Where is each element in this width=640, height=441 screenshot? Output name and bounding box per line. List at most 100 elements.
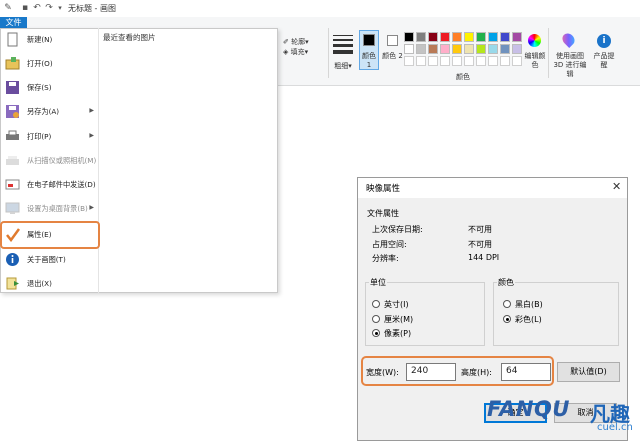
outline-button[interactable]: ✐ 轮廓▾ [283,37,309,47]
file-menu-item: 设置为桌面背景(B) ▶ [2,198,96,220]
disk-size-label: 占用空间: [372,240,407,249]
open-folder-icon [5,56,20,71]
close-icon[interactable]: ✕ [612,180,621,193]
color1-swatch [363,34,375,46]
default-button[interactable]: 默认值(D) [557,362,620,382]
palette-swatch[interactable] [464,44,474,54]
last-saved-label: 上次保存日期: [372,225,423,234]
color-bw-radio[interactable] [503,300,511,308]
unit-pixels-label[interactable]: 像素(P) [384,328,411,339]
file-menu-item[interactable]: 打印(P) ▶ [2,126,96,148]
product-alert-icon[interactable]: i [597,34,611,48]
custom-color-slot[interactable] [500,56,510,66]
file-menu-item[interactable]: 打开(O) [2,53,96,75]
file-menu-item-label: 新建(N) [27,35,53,44]
line-weight-icon [333,35,353,36]
custom-color-slot[interactable] [476,56,486,66]
unit-cm-radio[interactable] [372,315,380,323]
palette-swatch[interactable] [476,32,486,42]
fill-label: 填充 [290,48,305,56]
file-menu-item[interactable]: 关于画图(T) [2,249,96,271]
palette-swatch[interactable] [428,44,438,54]
file-properties-heading: 文件属性 [367,209,399,218]
recent-pictures-title: 最近查看的图片 [103,33,156,42]
file-menu-item-label: 打开(O) [27,59,53,68]
palette-swatch[interactable] [464,32,474,42]
customize-quick-access-icon[interactable]: ▾ [55,3,65,13]
palette-swatch[interactable] [440,32,450,42]
palette-swatch[interactable] [452,32,462,42]
size-highlight-box [361,356,554,386]
custom-color-slot[interactable] [512,56,522,66]
last-saved-value: 不可用 [468,225,492,234]
file-menu-item-label: 在电子邮件中发送(D) [27,180,96,189]
palette-swatch[interactable] [452,44,462,54]
chevron-right-icon: ▶ [89,204,94,211]
palette-swatch[interactable] [404,44,414,54]
redo-icon[interactable]: ↷ [44,3,54,13]
file-menu-item[interactable]: 保存(S) [2,77,96,99]
units-group [365,282,485,346]
file-menu-item[interactable]: 退出(X) [2,273,96,295]
desktop-background-icon [5,201,20,216]
custom-color-slot[interactable] [440,56,450,66]
palette-swatch[interactable] [428,32,438,42]
file-menu-item[interactable]: 新建(N) [2,29,96,51]
paint-app-icon: ✎ [4,3,12,13]
palette-swatch[interactable] [404,32,414,42]
palette-swatch[interactable] [440,44,450,54]
size-button[interactable] [333,33,353,57]
product-alert-label[interactable]: 产品提醒 [593,52,615,70]
file-menu-item: 从扫描仪或照相机(M) [2,150,96,172]
palette-swatch[interactable] [416,32,426,42]
custom-color-slot[interactable] [452,56,462,66]
color-bw-label[interactable]: 黑白(B) [515,299,543,310]
edit-colors-icon[interactable] [528,34,541,47]
palette-swatch[interactable] [512,44,522,54]
watermark-url: cuel.cn [597,422,633,433]
info-icon [5,252,20,267]
file-menu-item-label: 打印(P) [27,132,52,141]
unit-inches-label[interactable]: 英寸(I) [384,299,409,310]
custom-color-slot[interactable] [428,56,438,66]
resolution-value: 144 DPI [468,253,500,262]
color-color-radio[interactable] [503,315,511,323]
custom-color-slot[interactable] [416,56,426,66]
edit-colors-label[interactable]: 编辑颜色 [524,52,546,70]
palette-swatch[interactable] [476,44,486,54]
colors-group [493,282,619,346]
unit-pixels-radio[interactable] [372,329,380,337]
file-menu-item[interactable]: 在电子邮件中发送(D) [2,174,96,196]
palette-swatch[interactable] [488,32,498,42]
palette-swatch[interactable] [416,44,426,54]
unit-cm-label[interactable]: 厘米(M) [384,314,413,325]
units-group-label: 单位 [369,277,387,288]
palette-swatch[interactable] [512,32,522,42]
custom-color-slot[interactable] [488,56,498,66]
custom-color-slot[interactable] [464,56,474,66]
color-color-label[interactable]: 彩色(L) [515,314,542,325]
color2-button[interactable] [387,35,398,46]
paint3d-label[interactable]: 使用画图 3D 进行编辑 [551,52,589,79]
quick-save-icon[interactable]: ▪ [20,3,30,13]
palette-swatch[interactable] [500,32,510,42]
file-menu-item[interactable]: 另存为(A) ▶ [2,101,96,123]
colors-group-label: 颜色 [456,73,470,81]
undo-icon[interactable]: ↶ [32,3,42,13]
palette-swatch[interactable] [500,44,510,54]
resolution-label: 分辨率: [372,254,399,263]
custom-color-slot[interactable] [404,56,414,66]
email-icon [5,177,20,192]
fill-icon: ◈ [283,48,289,56]
ribbon-separator [548,28,549,78]
color1-label: 颜色 1 [362,52,376,69]
scanner-icon [5,153,20,168]
color-palette [404,32,524,72]
fill-button[interactable]: ◈ 填充▾ [283,47,308,57]
palette-swatch[interactable] [488,44,498,54]
exit-icon [5,276,20,291]
file-menu-item-label: 另存为(A) [27,107,60,116]
size-label: 粗细▾ [334,62,352,70]
save-as-icon [5,104,20,119]
unit-inches-radio[interactable] [372,300,380,308]
